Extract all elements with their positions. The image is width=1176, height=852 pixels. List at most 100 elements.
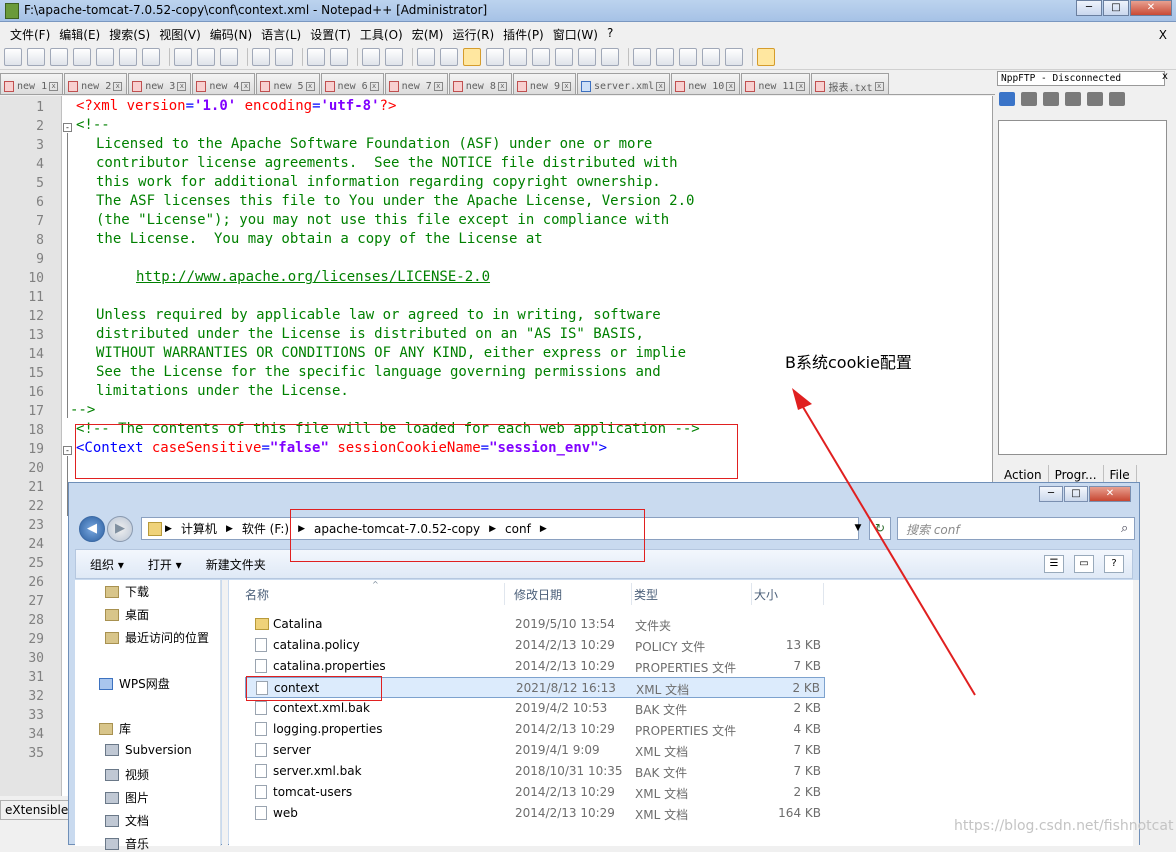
- file-row[interactable]: web 2014/2/13 10:29 XML 文档 164 KB: [245, 803, 825, 824]
- tab-11[interactable]: new 11 x: [741, 73, 811, 94]
- back-arrow-icon[interactable]: ◀: [79, 516, 105, 542]
- tab-close-icon[interactable]: x: [656, 81, 666, 91]
- fold-toggle-icon[interactable]: -: [63, 446, 72, 455]
- navpane-scrollbar[interactable]: [222, 580, 228, 846]
- zoom-out-icon[interactable]: [385, 47, 403, 66]
- folder-workspace-icon[interactable]: [578, 47, 596, 66]
- show-all-icon[interactable]: [486, 47, 504, 66]
- tab-7[interactable]: new 8x: [448, 73, 512, 94]
- address-dropdown-icon[interactable]: ▼: [850, 517, 866, 540]
- save-icon[interactable]: [50, 47, 68, 66]
- menu-item-11[interactable]: 窗口(W): [549, 23, 603, 43]
- column-date[interactable]: 修改日期: [514, 583, 632, 605]
- help-icon[interactable]: ?: [1104, 555, 1124, 573]
- file-row[interactable]: server.xml.bak 2018/10/31 10:35 BAK 文件 7 KB: [245, 761, 825, 782]
- connect-icon[interactable]: [999, 92, 1015, 106]
- download-icon[interactable]: [1043, 92, 1059, 106]
- file-row[interactable]: Catalina 2019/5/10 13:54 文件夹: [245, 614, 825, 635]
- file-row[interactable]: tomcat-users 2014/2/13 10:29 XML 文档 2 KB: [245, 782, 825, 803]
- nav-item-8[interactable]: 文档: [105, 812, 149, 829]
- menu-item-8[interactable]: 宏(M): [408, 23, 449, 43]
- indent-guide-icon[interactable]: [509, 47, 527, 66]
- search-input[interactable]: 搜索 conf: [897, 517, 1135, 540]
- menu-item-12[interactable]: ?: [603, 23, 618, 43]
- print-icon[interactable]: [142, 47, 160, 66]
- open-button[interactable]: 打开 ▾: [134, 556, 192, 573]
- file-row[interactable]: logging.properties 2014/2/13 10:29 PROPERT…: [245, 719, 825, 740]
- menu-item-10[interactable]: 插件(P): [499, 23, 549, 43]
- column-size[interactable]: 大小: [754, 583, 824, 605]
- file-row[interactable]: catalina.properties 2014/2/13 10:29 PROPER…: [245, 656, 825, 677]
- play-multi-icon[interactable]: [702, 47, 720, 66]
- tab-5[interactable]: new 6x: [320, 73, 384, 94]
- file-row[interactable]: context.xml.bak 2019/4/2 10:53 BAK 文件 2 KB: [245, 698, 825, 719]
- close-icon[interactable]: [96, 47, 114, 66]
- ftp-icon[interactable]: [757, 47, 775, 66]
- menu-item-5[interactable]: 语言(L): [257, 23, 306, 43]
- nav-item-4[interactable]: 库: [99, 720, 131, 737]
- open-file-icon[interactable]: [27, 47, 45, 66]
- sync-v-icon[interactable]: [417, 47, 435, 66]
- search-icon[interactable]: ⌕: [1121, 521, 1128, 536]
- nav-item-3[interactable]: WPS网盘: [99, 675, 170, 692]
- nav-item-1[interactable]: 桌面: [105, 606, 149, 623]
- breadcrumb-drive[interactable]: 软件 (F:): [236, 520, 295, 537]
- maximize-button[interactable]: □: [1103, 0, 1129, 16]
- file-row[interactable]: catalina.policy 2014/2/13 10:29 POLICY 文件 1…: [245, 635, 825, 656]
- doc-map-icon[interactable]: [532, 47, 550, 66]
- cut-icon[interactable]: [174, 47, 192, 66]
- tab-close-icon[interactable]: x: [305, 81, 315, 91]
- explorer-close-button[interactable]: ✕: [1089, 486, 1131, 502]
- explorer-maximize-button[interactable]: □: [1064, 486, 1088, 502]
- nav-item-5[interactable]: Subversion: [105, 743, 192, 757]
- play-icon[interactable]: [679, 47, 697, 66]
- tab-close-icon[interactable]: x: [497, 81, 507, 91]
- settings-icon[interactable]: [1021, 92, 1037, 106]
- tab-close-icon[interactable]: x: [726, 81, 736, 91]
- tab-close-icon[interactable]: x: [796, 81, 806, 91]
- word-wrap-icon[interactable]: [463, 47, 481, 66]
- tab-close-icon[interactable]: x: [241, 81, 251, 91]
- tab-close-icon[interactable]: x: [433, 81, 443, 91]
- view-options-icon[interactable]: ☰: [1044, 555, 1064, 573]
- filelist-scrollbar[interactable]: [1133, 580, 1139, 846]
- replace-icon[interactable]: [330, 47, 348, 66]
- queue-col-action[interactable]: Action: [998, 465, 1049, 483]
- new-folder-button[interactable]: 新建文件夹: [192, 556, 276, 573]
- tab-close-icon[interactable]: x: [177, 81, 187, 91]
- nav-item-0[interactable]: 下载: [105, 583, 149, 600]
- tab-close-icon[interactable]: x: [561, 81, 571, 91]
- redo-icon[interactable]: [275, 47, 293, 66]
- nav-item-6[interactable]: 视频: [105, 766, 149, 783]
- record-icon[interactable]: [633, 47, 651, 66]
- nppftp-tree[interactable]: [998, 120, 1167, 455]
- column-type[interactable]: 类型: [634, 583, 752, 605]
- abort-icon[interactable]: [1109, 92, 1125, 106]
- close-button[interactable]: ✕: [1130, 0, 1172, 16]
- nav-item-9[interactable]: 音乐: [105, 835, 149, 852]
- find-icon[interactable]: [307, 47, 325, 66]
- menu-item-1[interactable]: 编辑(E): [55, 23, 105, 43]
- save-macro-icon[interactable]: [725, 47, 743, 66]
- function-list-icon[interactable]: [555, 47, 573, 66]
- menu-item-2[interactable]: 搜索(S): [105, 23, 155, 43]
- tab-close-icon[interactable]: x: [874, 81, 884, 91]
- stop-icon[interactable]: [656, 47, 674, 66]
- tab-3[interactable]: new 4x: [192, 73, 256, 94]
- nppftp-close-icon[interactable]: x: [1162, 71, 1174, 86]
- refresh-icon[interactable]: [1087, 92, 1103, 106]
- tab-close-icon[interactable]: x: [369, 81, 379, 91]
- sync-h-icon[interactable]: [440, 47, 458, 66]
- new-file-icon[interactable]: [4, 47, 22, 66]
- menu-item-0[interactable]: 文件(F): [6, 23, 55, 43]
- close-all-icon[interactable]: [119, 47, 137, 66]
- queue-col-file[interactable]: File: [1104, 465, 1137, 483]
- menu-item-7[interactable]: 工具(O): [356, 23, 408, 43]
- copy-icon[interactable]: [197, 47, 215, 66]
- preview-pane-icon[interactable]: ▭: [1074, 555, 1094, 573]
- tab-12[interactable]: 报表.txt x: [811, 73, 889, 94]
- breadcrumb-computer[interactable]: 计算机: [175, 520, 223, 537]
- zoom-in-icon[interactable]: [362, 47, 380, 66]
- nav-item-2[interactable]: 最近访问的位置: [105, 629, 209, 646]
- file-row[interactable]: server 2019/4/1 9:09 XML 文档 7 KB: [245, 740, 825, 761]
